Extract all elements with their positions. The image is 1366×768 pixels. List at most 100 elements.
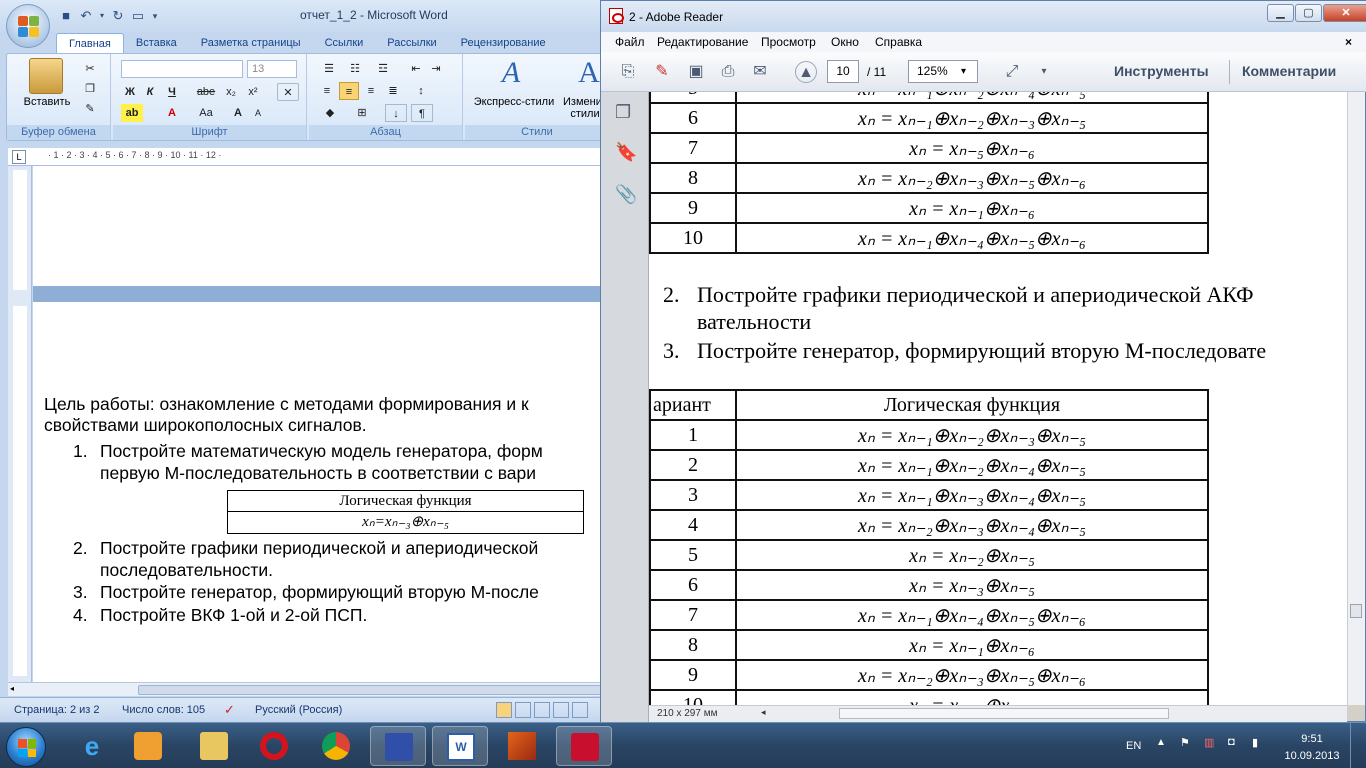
multilevel-list-icon[interactable]: ☲	[369, 60, 397, 78]
previous-page-icon[interactable]: ▲	[795, 61, 817, 83]
status-page[interactable]: Страница: 2 из 2	[14, 704, 100, 716]
signal-icon[interactable]: ▮	[1252, 736, 1258, 749]
bookmarks-icon[interactable]: 🔖	[615, 142, 637, 164]
email-icon[interactable]: ✉	[749, 61, 771, 83]
pdf-page-view[interactable]: 5xₙ = xₙ₋₁⊕xₙ₋₂⊕xₙ₋₄⊕xₙ₋₅ 6xₙ = xₙ₋₁⊕xₙ₋…	[649, 92, 1347, 705]
tab-review[interactable]: Рецензирование	[449, 33, 558, 53]
language-indicator[interactable]: EN	[1126, 740, 1141, 752]
line-spacing-icon[interactable]: ↕	[409, 82, 433, 100]
show-marks-icon[interactable]: ¶	[411, 104, 433, 122]
taskbar-acrobat[interactable]	[556, 726, 612, 766]
dropdown-icon[interactable]: ▾	[98, 8, 106, 24]
tray-expand-icon[interactable]: ▲	[1156, 737, 1166, 748]
align-center-icon[interactable]: ≡	[339, 82, 359, 100]
paste-icon[interactable]	[29, 58, 63, 94]
clear-format-icon[interactable]: ✕	[277, 83, 299, 101]
justify-icon[interactable]: ≣	[383, 82, 403, 100]
scroll-left-icon[interactable]: ◂	[10, 684, 20, 694]
tab-selector-icon[interactable]: L	[12, 150, 26, 164]
toolbar-more-icon[interactable]: ▾	[1033, 61, 1055, 83]
tab-references[interactable]: Ссылки	[313, 33, 376, 53]
taskbar-save[interactable]	[370, 726, 426, 766]
proofing-icon[interactable]: ✓	[224, 702, 240, 718]
word-scroll-thumb[interactable]	[138, 685, 608, 695]
copy-icon[interactable]: ❐	[81, 80, 99, 98]
taskbar-ie[interactable]: e	[64, 726, 120, 766]
font-color-icon[interactable]: A	[161, 104, 183, 122]
redo-icon[interactable]: ↻	[110, 8, 126, 24]
shading-icon[interactable]: ◆	[317, 104, 343, 122]
undo-icon[interactable]: ↶	[78, 8, 94, 24]
menu-edit[interactable]: Редактирование	[657, 35, 748, 49]
tab-mailings[interactable]: Рассылки	[375, 33, 448, 53]
save-icon[interactable]: ▣	[685, 61, 707, 83]
action-center-icon[interactable]: ⚑	[1180, 736, 1190, 749]
paste-button-label[interactable]: Вставить	[21, 96, 73, 108]
tab-home[interactable]: Главная	[56, 33, 124, 53]
bold-button[interactable]: Ж	[121, 83, 139, 101]
minimize-icon[interactable]: ▁	[1267, 4, 1294, 22]
reader-vertical-scrollbar[interactable]	[1347, 92, 1365, 705]
menu-window[interactable]: Окно	[831, 35, 859, 49]
tab-page-layout[interactable]: Разметка страницы	[189, 33, 313, 53]
sort-icon[interactable]: ↓	[385, 104, 407, 122]
volume-icon[interactable]: ◘	[1228, 736, 1235, 748]
italic-button[interactable]: К	[141, 83, 159, 101]
status-language[interactable]: Русский (Россия)	[255, 704, 342, 716]
format-painter-icon[interactable]: ✎	[81, 100, 99, 118]
decrease-indent-icon[interactable]: ⇤	[407, 60, 425, 78]
change-case-button[interactable]: Aa	[193, 104, 219, 122]
start-button[interactable]	[6, 727, 46, 767]
menu-file[interactable]: Файл	[615, 35, 645, 49]
word-horizontal-scrollbar[interactable]: ◂	[8, 682, 608, 696]
create-pdf-icon[interactable]: ⎘	[617, 61, 639, 83]
document-page-2[interactable]: Цель работы: ознакомление с методами фор…	[33, 302, 608, 682]
reader-hscroll-thumb[interactable]	[839, 708, 1169, 719]
full-screen-reading-icon[interactable]	[515, 702, 531, 718]
edit-pdf-icon[interactable]: ✎	[651, 61, 673, 83]
taskbar-word[interactable]: W	[432, 726, 488, 766]
menu-help[interactable]: Справка	[875, 35, 922, 49]
comments-pane-button[interactable]: Комментарии	[1242, 63, 1336, 79]
save-icon[interactable]: ■	[58, 8, 74, 24]
underline-button[interactable]: Ч	[163, 83, 181, 101]
strikethrough-button[interactable]: abe	[193, 83, 219, 101]
print-icon[interactable]: ⎙	[717, 61, 739, 83]
clock-time[interactable]: 9:51	[1282, 733, 1342, 745]
page-number-input[interactable]: 10	[827, 60, 859, 83]
taskbar-media-player[interactable]	[120, 726, 176, 766]
tools-pane-button[interactable]: Инструменты	[1114, 63, 1209, 79]
attachments-icon[interactable]: 📎	[615, 184, 637, 206]
taskbar-chrome[interactable]	[308, 726, 364, 766]
horizontal-ruler[interactable]: L · 1 · 2 · 3 · 4 · 5 · 6 · 7 · 8 · 9 · …	[8, 148, 608, 166]
web-layout-icon[interactable]	[534, 702, 550, 718]
bullets-icon[interactable]: ☰	[317, 60, 341, 78]
draft-icon[interactable]	[572, 702, 588, 718]
taskbar-opera[interactable]	[246, 726, 302, 766]
quick-styles-button[interactable]: Экспресс-стили	[469, 96, 559, 108]
cut-icon[interactable]: ✂	[81, 60, 99, 78]
align-right-icon[interactable]: ≡	[361, 82, 381, 100]
font-size-field[interactable]: 13	[247, 60, 297, 78]
clock-date[interactable]: 10.09.2013	[1282, 750, 1342, 762]
shrink-font-icon[interactable]: A	[249, 104, 267, 122]
show-desktop-button[interactable]	[1350, 723, 1366, 768]
highlight-icon[interactable]: ab	[121, 104, 143, 122]
chevron-down-icon[interactable]: ▾	[961, 61, 966, 82]
print-layout-icon[interactable]	[496, 702, 512, 718]
maximize-icon[interactable]: ▢	[1295, 4, 1322, 22]
reader-scroll-thumb[interactable]	[1350, 604, 1362, 618]
outline-icon[interactable]	[553, 702, 569, 718]
close-icon[interactable]: ✕	[1323, 4, 1366, 22]
taskbar-matlab[interactable]	[494, 726, 550, 766]
document-page-1[interactable]	[33, 166, 608, 286]
numbering-icon[interactable]: ☷	[343, 60, 367, 78]
superscript-button[interactable]: x²	[243, 83, 263, 101]
document-close-icon[interactable]: ×	[1345, 35, 1352, 49]
customize-qat-icon[interactable]: ▾	[150, 8, 160, 24]
office-button[interactable]	[6, 4, 50, 48]
borders-icon[interactable]: ⊞	[349, 104, 375, 122]
taskbar-explorer[interactable]	[186, 726, 242, 766]
scroll-left-icon[interactable]: ◂	[761, 707, 766, 718]
print-preview-icon[interactable]: ▭	[130, 8, 146, 24]
